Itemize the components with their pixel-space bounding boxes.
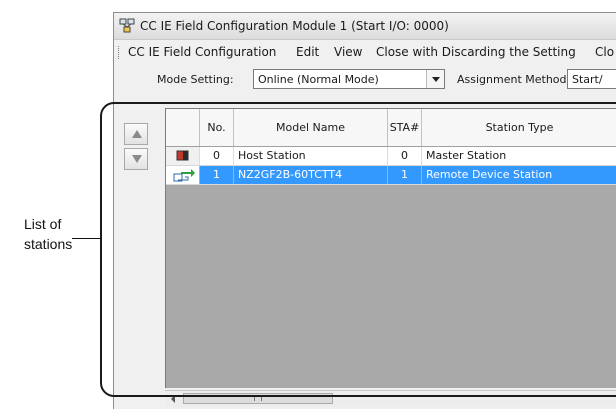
configuration-window: CC IE Field Configuration Module 1 (Star… <box>113 12 616 409</box>
master-station-icon <box>176 150 189 161</box>
header-model-name[interactable]: Model Name <box>234 109 388 146</box>
callout-leader-line <box>72 238 100 239</box>
grid-header: No. Model Name STA# Station Type <box>166 109 616 147</box>
cell-sta: 0 <box>388 147 422 165</box>
menu-close-discard[interactable]: Close with Discarding the Setting <box>376 45 576 59</box>
menu-edit[interactable]: Edit <box>296 45 319 59</box>
cell-no: 0 <box>200 147 234 165</box>
mode-setting-row: Mode Setting: Online (Normal Mode) Assig… <box>114 66 616 92</box>
window-title: CC IE Field Configuration Module 1 (Star… <box>140 19 449 33</box>
cell-sta: 1 <box>388 166 422 184</box>
remote-device-icon <box>173 169 195 182</box>
scroll-thumb[interactable] <box>183 393 333 404</box>
row-mover-bar <box>119 108 155 398</box>
scroll-left-icon[interactable] <box>171 395 175 403</box>
callout-label: List of stations <box>24 214 72 254</box>
assignment-method-select[interactable]: Start/ <box>567 69 616 89</box>
callout-line-1: List of <box>24 216 62 232</box>
header-sta[interactable]: STA# <box>388 109 422 146</box>
cell-model-name: Host Station <box>234 147 388 165</box>
row-icon-cell <box>166 147 200 165</box>
header-no[interactable]: No. <box>200 109 234 146</box>
row-icon-cell <box>166 166 200 184</box>
assignment-method-value: Start/ <box>572 73 603 86</box>
network-config-icon <box>119 18 135 34</box>
cell-station-type: Remote Device Station <box>422 166 616 184</box>
assignment-method-label: Assignment Method: <box>457 73 571 86</box>
menu-cc-ie-field-configuration[interactable]: CC IE Field Configuration <box>128 45 276 59</box>
move-down-button[interactable] <box>124 148 148 170</box>
move-up-button[interactable] <box>124 123 148 145</box>
arrow-down-icon <box>132 155 142 163</box>
callout-line-2: stations <box>24 236 73 252</box>
mode-setting-value: Online (Normal Mode) <box>258 73 379 86</box>
title-bar: CC IE Field Configuration Module 1 (Star… <box>114 13 616 40</box>
cell-station-type: Master Station <box>422 147 616 165</box>
header-station-type[interactable]: Station Type <box>422 109 616 146</box>
station-list-grid[interactable]: No. Model Name STA# Station Type 0 Host … <box>165 108 616 388</box>
menu-view[interactable]: View <box>334 45 362 59</box>
table-row[interactable]: 0 Host Station 0 Master Station <box>166 147 616 166</box>
chevron-down-icon[interactable] <box>426 70 444 88</box>
menu-bar: CC IE Field Configuration Edit View Clos… <box>114 40 616 64</box>
cell-no: 1 <box>200 166 234 184</box>
mode-setting-select[interactable]: Online (Normal Mode) <box>253 69 445 89</box>
arrow-up-icon <box>132 130 142 138</box>
table-row-selected[interactable]: 1 NZ2GF2B-60TCTT4 1 Remote Device Statio… <box>166 166 616 185</box>
menu-close-truncated[interactable]: Clo <box>595 45 614 59</box>
header-icon-column <box>166 109 200 146</box>
horizontal-scrollbar[interactable] <box>165 390 616 407</box>
grip-icon <box>254 396 262 401</box>
mode-setting-label: Mode Setting: <box>157 73 234 86</box>
cell-model-name: NZ2GF2B-60TCTT4 <box>234 166 388 184</box>
toolbar-grip[interactable] <box>118 46 121 59</box>
